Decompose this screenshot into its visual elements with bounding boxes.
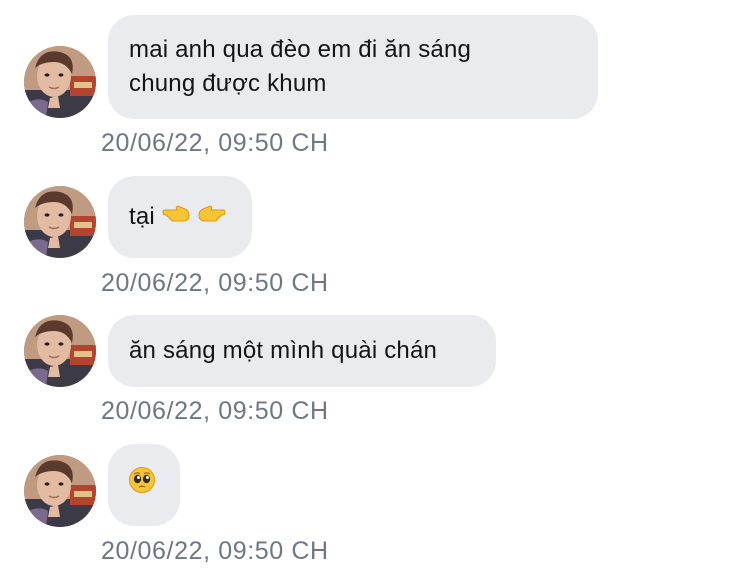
message-line: chung được khum: [129, 70, 327, 97]
message-text: tại: [129, 203, 155, 230]
chat-thread: mai anh qua đèo em đi ăn sáng chung được…: [0, 0, 750, 581]
avatar-photo: [24, 315, 96, 387]
message-text: ăn sáng một mình quài chán: [129, 337, 438, 364]
message-text: mai anh qua đèo em đi ăn sáng chung được…: [129, 33, 471, 101]
message-bubble[interactable]: tại: [108, 176, 252, 258]
message-bubble[interactable]: [108, 444, 180, 526]
pleading-face-icon: [128, 466, 156, 504]
avatar-photo: [24, 186, 96, 258]
pointing-left-hand-icon: [161, 200, 191, 234]
message-line: mai anh qua đèo em đi ăn sáng: [129, 36, 472, 63]
message-timestamp: 20/06/22, 09:50 CH: [101, 129, 329, 157]
sender-avatar[interactable]: [24, 186, 96, 258]
pointing-left-hand-icon: [197, 200, 227, 234]
sender-avatar[interactable]: [24, 315, 96, 387]
message-timestamp: 20/06/22, 09:50 CH: [101, 537, 329, 565]
sender-avatar[interactable]: [24, 455, 96, 527]
message-timestamp: 20/06/22, 09:50 CH: [101, 269, 329, 297]
message-bubble[interactable]: mai anh qua đèo em đi ăn sáng chung được…: [108, 15, 598, 119]
avatar-photo: [24, 46, 96, 118]
message-bubble[interactable]: ăn sáng một mình quài chán: [108, 315, 496, 387]
message-timestamp: 20/06/22, 09:50 CH: [101, 397, 329, 425]
sender-avatar[interactable]: [24, 46, 96, 118]
avatar-photo: [24, 455, 96, 527]
